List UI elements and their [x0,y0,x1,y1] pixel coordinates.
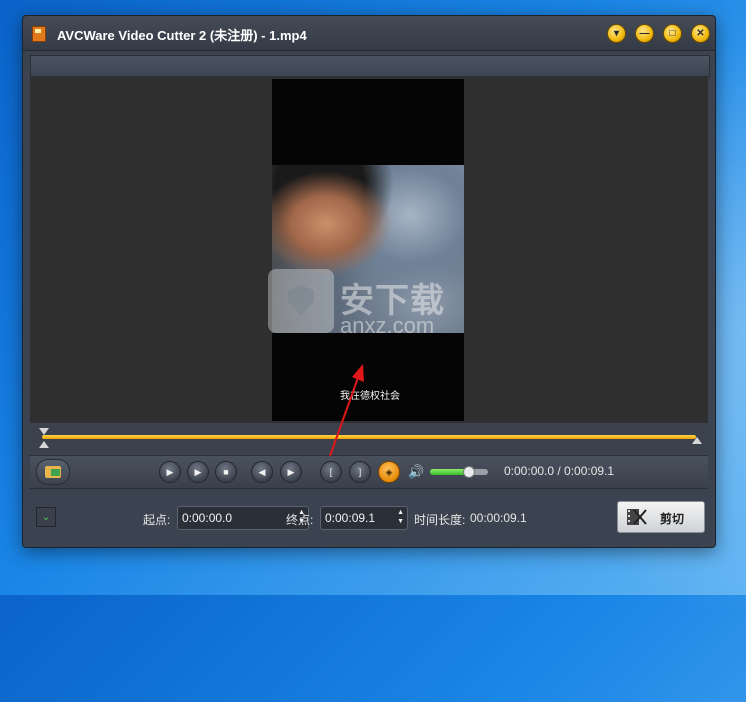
end-time-spinner[interactable]: 0:00:09.1 ▲ ▼ [320,506,408,530]
speaker-icon[interactable]: 🔊 [408,465,424,478]
open-file-button[interactable] [36,459,70,485]
end-marker-handle[interactable] [692,437,702,444]
duration-value: 00:00:09.1 [470,511,527,525]
start-time-value: 0:00:00.0 [182,511,233,525]
next-frame-button[interactable]: ▶ [280,461,302,483]
close-button[interactable]: ✕ [691,24,710,43]
folder-icon [45,466,61,478]
spinner-arrows-icon[interactable]: ▲ ▼ [397,508,404,526]
annotation-arrow-icon [329,364,364,457]
time-readout: 0:00:00.0 / 0:00:09.1 [504,464,615,478]
playback-controls-bar: ▶ ▶ ■ ◀ ▶ [ ] ◈ 🔊 0:00:00.0 / 0:00:09.1 [30,455,708,489]
start-marker-handle[interactable] [39,428,49,435]
app-window: AVCWare Video Cutter 2 (未注册) - 1.mp4 ▾ —… [22,15,716,548]
maximize-button[interactable]: □ [663,24,682,43]
menu-dropdown-button[interactable]: ▾ [607,24,626,43]
film-scissors-icon [627,509,647,525]
watermark-subtext: anxz.com [340,313,435,338]
end-time-value: 0:00:09.1 [325,511,376,525]
playhead-handle[interactable] [39,441,49,448]
snapshot-button[interactable]: ◈ [378,461,400,483]
end-label: 终点: [286,513,314,527]
set-end-button[interactable]: ] [349,461,371,483]
expand-icon[interactable]: ⌄ [36,507,56,527]
duration-label: 时间长度: [414,513,466,527]
play-segment-button[interactable]: ▶ [187,461,209,483]
bottom-panel: ⌄ 起点: 0:00:00.0 ▲ ▼ 终点: 0:00:09.1 ▲ ▼ 时间长度… [30,490,708,542]
app-icon [32,26,46,42]
window-title: AVCWare Video Cutter 2 (未注册) - 1.mp4 [57,28,307,43]
watermark: 安下载 anxz.com [264,269,484,341]
toolbar-strip [30,55,710,77]
cut-button-label: 剪切 [660,512,685,526]
play-button[interactable]: ▶ [159,461,181,483]
watermark-shield-icon [268,269,334,333]
set-start-button[interactable]: [ [320,461,342,483]
volume-slider[interactable] [430,466,488,478]
cut-button[interactable]: 剪切 [617,501,705,533]
title-bar[interactable]: AVCWare Video Cutter 2 (未注册) - 1.mp4 ▾ —… [23,16,715,51]
volume-thumb[interactable] [462,466,475,478]
previous-frame-button[interactable]: ◀ [251,461,273,483]
minimize-button[interactable]: — [635,24,654,43]
start-label: 起点: [143,513,171,527]
stop-button[interactable]: ■ [215,461,237,483]
